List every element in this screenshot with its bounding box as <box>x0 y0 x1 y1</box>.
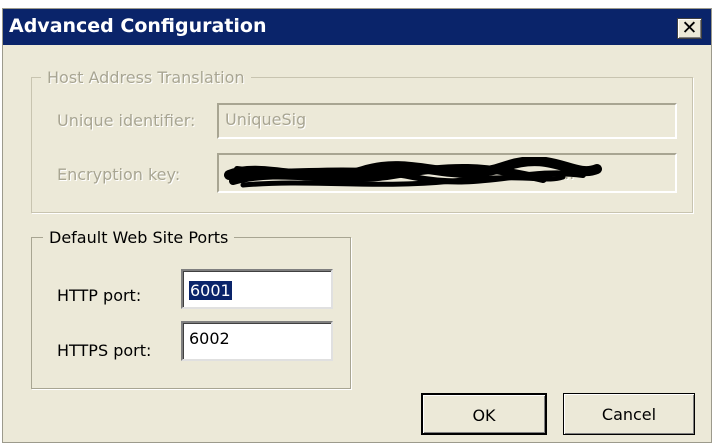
dialog-title: Advanced Configuration <box>9 15 267 37</box>
https-port-value: 6002 <box>189 329 230 348</box>
http-port-value-wrap: 6001 <box>189 281 232 300</box>
close-button[interactable]: ✕ <box>677 17 702 39</box>
https-port-input[interactable]: 6002 <box>181 321 333 361</box>
title-bar[interactable]: Advanced Configuration ✕ <box>3 9 711 45</box>
cancel-button[interactable]: Cancel <box>563 393 695 435</box>
http-port-value: 6001 <box>189 281 232 300</box>
http-port-input[interactable]: 6001 <box>181 269 333 309</box>
default-web-site-ports-group <box>31 237 351 389</box>
unique-identifier-value: UniqueSig <box>225 110 307 129</box>
ok-button[interactable]: OK <box>421 393 547 435</box>
https-port-label: HTTPS port: <box>57 341 152 360</box>
cancel-button-label: Cancel <box>601 405 657 424</box>
http-port-label: HTTP port: <box>57 286 142 305</box>
ok-button-label: OK <box>472 406 496 425</box>
unique-identifier-field: UniqueSig <box>217 103 677 139</box>
advanced-configuration-dialog: Advanced Configuration ✕ Host Address Tr… <box>2 8 712 443</box>
encryption-key-label: Encryption key: <box>57 165 181 184</box>
close-icon: ✕ <box>681 17 698 39</box>
unique-identifier-label: Unique identifier: <box>57 111 196 130</box>
host-address-translation-legend: Host Address Translation <box>41 68 251 87</box>
default-web-site-ports-legend: Default Web Site Ports <box>43 228 235 247</box>
encryption-key-field: ... <box>217 153 677 193</box>
redaction-scribble <box>224 157 602 188</box>
